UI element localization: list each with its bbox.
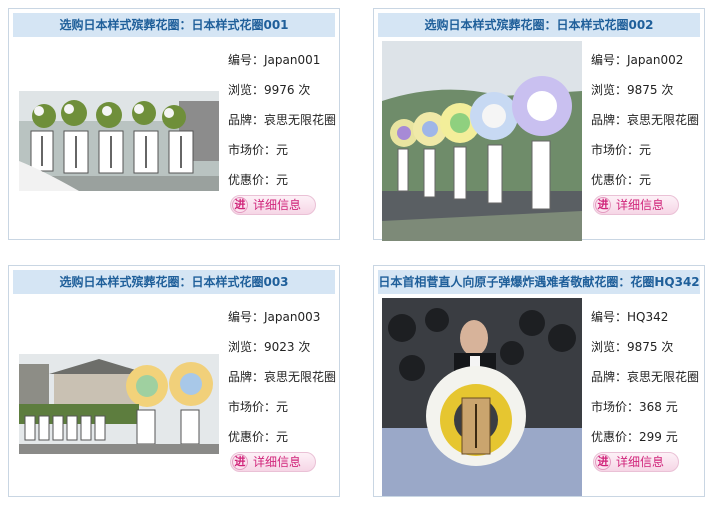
product-info: 编号：Japan002 浏览：9875 次 品牌：哀思无限花圈 市场价：元 优惠…: [591, 47, 703, 237]
detail-button[interactable]: 进 详细信息: [593, 195, 679, 215]
product-brand: 品牌：哀思无限花圈: [228, 113, 337, 127]
product-image[interactable]: [382, 298, 582, 496]
product-card-4: 日本首相菅直人向原子弹爆炸遇难者敬献花圈：花圈HQ342 编号：HQ342 浏览…: [373, 265, 705, 497]
detail-button[interactable]: 进 详细信息: [230, 452, 316, 472]
product-views: 浏览：9023 次: [228, 340, 311, 354]
product-title[interactable]: 选购日本样式殡葬花圈：日本样式花圈003: [13, 270, 335, 294]
sale-price: 优惠价：元: [591, 173, 652, 187]
product-code: 编号：Japan001: [228, 53, 321, 67]
product-title[interactable]: 选购日本样式殡葬花圈：日本样式花圈001: [13, 13, 335, 37]
product-brand: 品牌：哀思无限花圈: [228, 370, 337, 384]
product-info: 编号：Japan003 浏览：9023 次 品牌：哀思无限花圈 市场价：元 优惠…: [228, 304, 338, 494]
product-title[interactable]: 选购日本样式殡葬花圈：日本样式花圈002: [378, 13, 700, 37]
product-code: 编号：Japan002: [591, 53, 684, 67]
product-image[interactable]: [382, 41, 582, 241]
enter-icon: 进: [232, 197, 248, 213]
market-price: 市场价：元: [228, 400, 289, 414]
product-views: 浏览：9875 次: [591, 340, 674, 354]
product-info: 编号：HQ342 浏览：9875 次 品牌：哀思无限花圈 市场价：368 元 优…: [591, 304, 703, 494]
enter-icon: 进: [595, 454, 611, 470]
detail-button[interactable]: 进 详细信息: [593, 452, 679, 472]
enter-icon: 进: [232, 454, 248, 470]
detail-button-label: 详细信息: [253, 198, 302, 212]
sale-price: 优惠价：元: [228, 430, 289, 444]
product-image[interactable]: [19, 354, 219, 454]
product-image[interactable]: [19, 91, 219, 191]
detail-button-label: 详细信息: [616, 198, 665, 212]
sale-price: 优惠价：299 元: [591, 430, 678, 444]
product-info: 编号：Japan001 浏览：9976 次 品牌：哀思无限花圈 市场价：元 优惠…: [228, 47, 338, 237]
market-price: 市场价：元: [228, 143, 289, 157]
product-card-2: 选购日本样式殡葬花圈：日本样式花圈002 编号：Japan002 浏览：9875…: [373, 8, 705, 241]
product-code: 编号：HQ342: [591, 310, 669, 324]
market-price: 市场价：元: [591, 143, 652, 157]
product-brand: 品牌：哀思无限花圈: [591, 113, 700, 127]
product-title[interactable]: 日本首相菅直人向原子弹爆炸遇难者敬献花圈：花圈HQ342: [378, 270, 700, 294]
product-card-1: 选购日本样式殡葬花圈：日本样式花圈001 编号：Japan001 浏览：9976…: [8, 8, 340, 240]
product-brand: 品牌：哀思无限花圈: [591, 370, 700, 384]
detail-button[interactable]: 进 详细信息: [230, 195, 316, 215]
sale-price: 优惠价：元: [228, 173, 289, 187]
detail-button-label: 详细信息: [616, 455, 665, 469]
market-price: 市场价：368 元: [591, 400, 678, 414]
product-views: 浏览：9976 次: [228, 83, 311, 97]
product-views: 浏览：9875 次: [591, 83, 674, 97]
product-card-3: 选购日本样式殡葬花圈：日本样式花圈003 编号：Japan003 浏览：9023…: [8, 265, 340, 497]
enter-icon: 进: [595, 197, 611, 213]
product-code: 编号：Japan003: [228, 310, 321, 324]
detail-button-label: 详细信息: [253, 455, 302, 469]
